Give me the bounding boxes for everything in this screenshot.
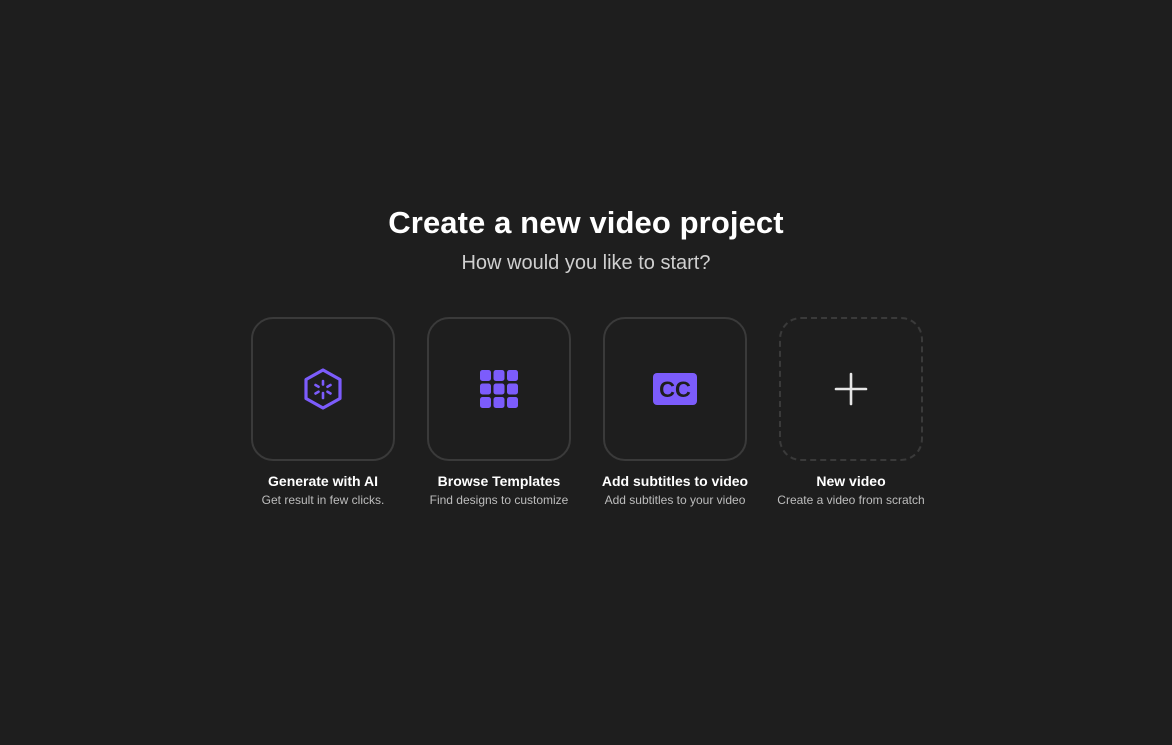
- browse-templates-tile[interactable]: [427, 317, 571, 461]
- closed-captions-icon: CC: [653, 373, 697, 405]
- page-subtitle: How would you like to start?: [461, 252, 711, 274]
- ai-hexagon-icon: [304, 368, 342, 410]
- new-video-tile[interactable]: [779, 317, 923, 461]
- new-video-option[interactable]: New video Create a video from scratch: [761, 317, 941, 508]
- add-subtitles-option[interactable]: CC Add subtitles to video Add subtitles …: [585, 317, 765, 508]
- option-label: Add subtitles to video: [601, 473, 749, 489]
- browse-templates-option[interactable]: Browse Templates Find designs to customi…: [409, 317, 589, 508]
- add-subtitles-tile[interactable]: CC: [603, 317, 747, 461]
- option-description: Get result in few clicks.: [261, 493, 385, 507]
- option-label: New video: [816, 473, 886, 489]
- generate-with-ai-option[interactable]: Generate with AI Get result in few click…: [233, 317, 413, 508]
- page-title: Create a new video project: [388, 205, 784, 240]
- plus-icon: [834, 372, 868, 406]
- option-label: Generate with AI: [268, 473, 378, 489]
- cc-text: CC: [659, 377, 691, 402]
- new-project-page: Create a new video project How would you…: [0, 0, 1172, 745]
- generate-with-ai-tile[interactable]: [251, 317, 395, 461]
- option-description: Add subtitles to your video: [604, 493, 746, 507]
- option-description: Create a video from scratch: [777, 493, 925, 507]
- grid-icon: [480, 370, 518, 408]
- option-description: Find designs to customize: [429, 493, 569, 507]
- option-label: Browse Templates: [437, 473, 561, 489]
